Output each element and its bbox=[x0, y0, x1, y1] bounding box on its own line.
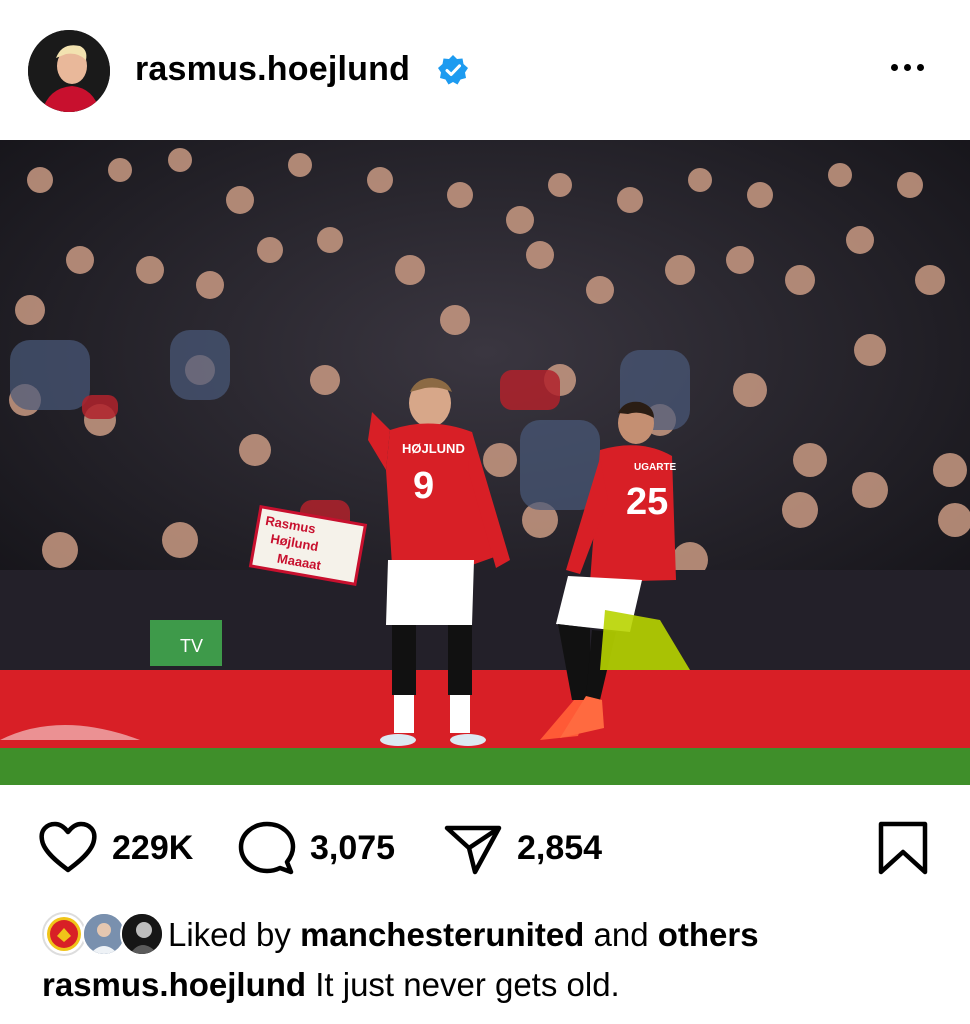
verified-badge-icon bbox=[438, 55, 468, 85]
post-photo-image: Rasmus Højlund Maaaat TV HØJLUND 9 UGART… bbox=[0, 140, 970, 785]
avatar-photo-icon bbox=[84, 914, 124, 954]
post-header: rasmus.hoejlund bbox=[0, 0, 970, 140]
share-action: 2,854 bbox=[443, 820, 602, 876]
bookmark-icon[interactable] bbox=[876, 820, 930, 876]
more-dot bbox=[917, 64, 924, 71]
liked-by-user-link[interactable]: manchesterunited bbox=[300, 916, 584, 953]
like-count[interactable]: 229K bbox=[112, 829, 193, 868]
post-photo[interactable]: Rasmus Højlund Maaaat TV HØJLUND 9 UGART… bbox=[0, 140, 970, 785]
more-dot bbox=[904, 64, 911, 71]
liked-by-text: Liked by manchesterunited and others bbox=[168, 916, 759, 954]
manchester-united-crest-icon bbox=[47, 917, 81, 951]
comment-icon[interactable] bbox=[238, 820, 296, 876]
liked-by-prefix: Liked by bbox=[168, 916, 291, 953]
liker-avatar-manchesterunited[interactable] bbox=[42, 912, 86, 956]
more-options-button[interactable] bbox=[888, 58, 936, 82]
liked-by-row: Liked by manchesterunited and others bbox=[42, 908, 942, 958]
avatar-photo-icon bbox=[122, 914, 162, 954]
like-action: 229K bbox=[38, 820, 193, 876]
svg-text:HØJLUND: HØJLUND bbox=[402, 441, 465, 456]
post-caption: rasmus.hoejlund It just never gets old. bbox=[42, 966, 620, 1004]
action-bar: 229K 3,075 2,854 bbox=[0, 800, 970, 890]
heart-icon[interactable] bbox=[38, 820, 98, 876]
comment-count[interactable]: 3,075 bbox=[310, 829, 395, 868]
caption-username[interactable]: rasmus.hoejlund bbox=[42, 966, 306, 1003]
liked-by-connector: and bbox=[593, 916, 649, 953]
more-horizontal-icon bbox=[891, 64, 898, 71]
svg-text:9: 9 bbox=[413, 465, 434, 507]
comment-action: 3,075 bbox=[238, 820, 395, 876]
avatar[interactable] bbox=[28, 30, 110, 112]
svg-text:25: 25 bbox=[626, 481, 668, 523]
liked-by-others-link[interactable]: others bbox=[658, 916, 759, 953]
svg-text:UGARTE: UGARTE bbox=[634, 462, 677, 473]
caption-text: It just never gets old. bbox=[315, 966, 620, 1003]
svg-text:TV: TV bbox=[180, 636, 203, 656]
share-icon[interactable] bbox=[443, 820, 503, 876]
liker-avatar-3[interactable] bbox=[120, 912, 164, 956]
share-count[interactable]: 2,854 bbox=[517, 829, 602, 868]
username[interactable]: rasmus.hoejlund bbox=[135, 50, 410, 89]
